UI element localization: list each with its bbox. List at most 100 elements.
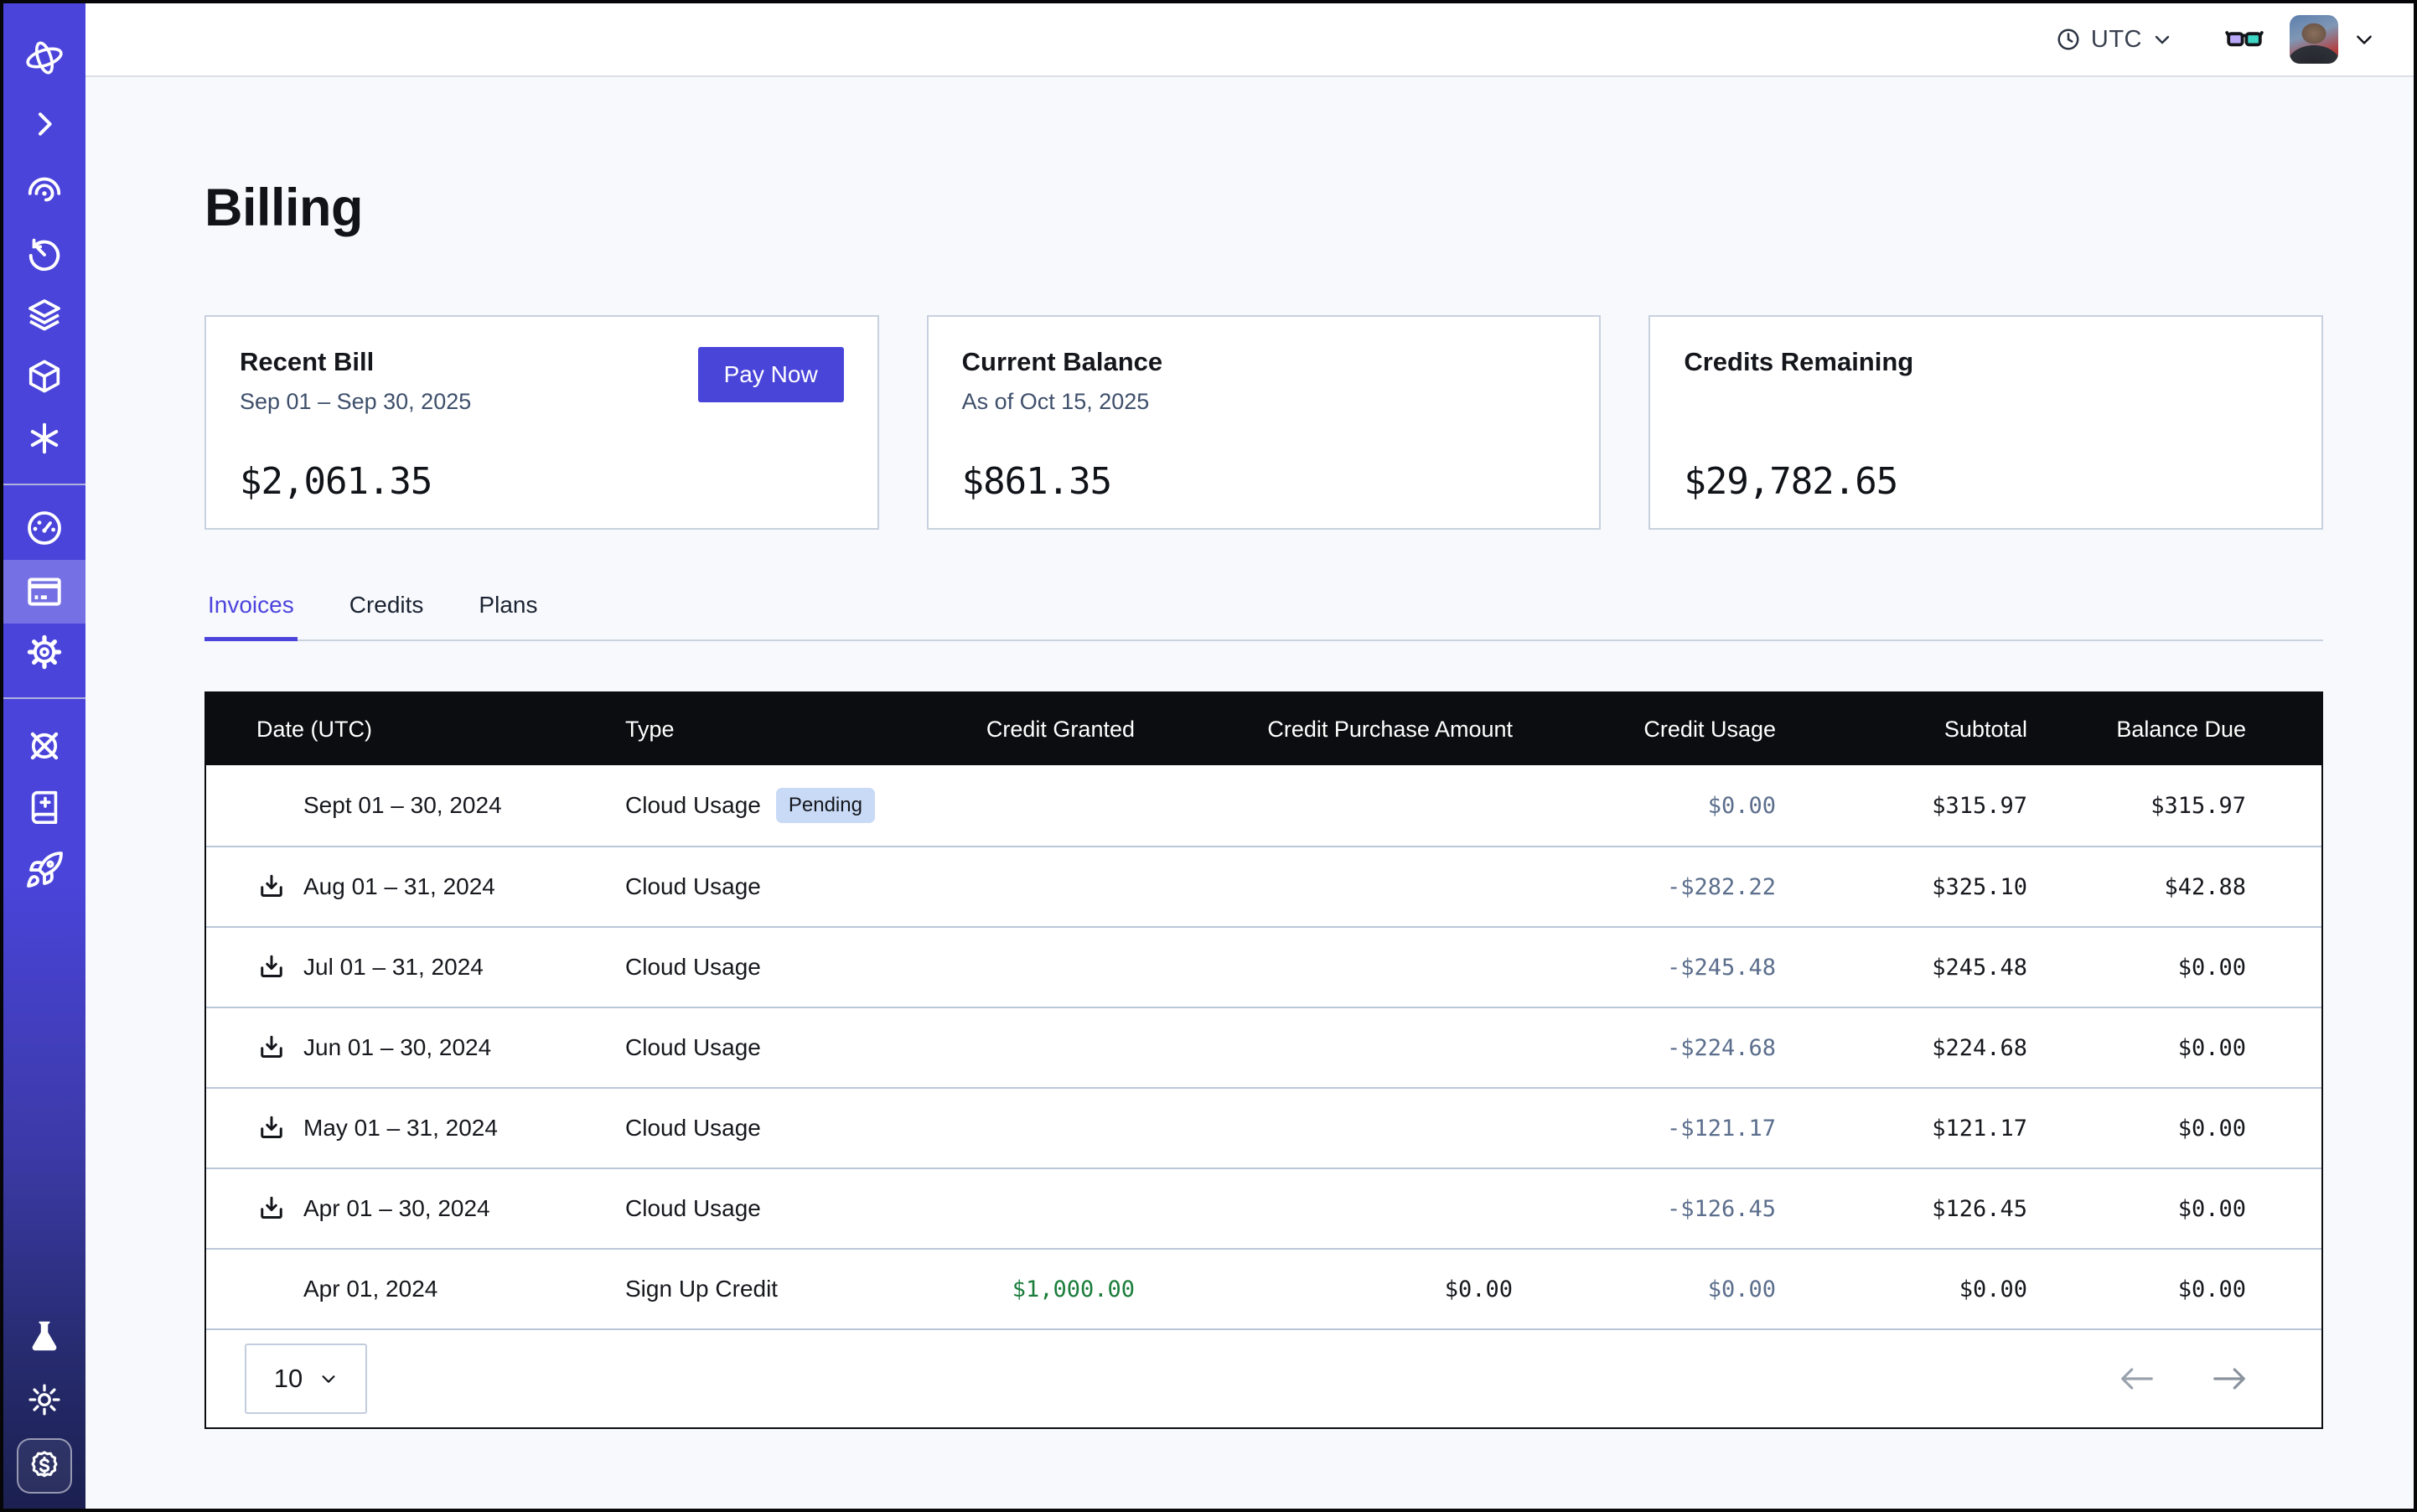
logo-orbit-icon[interactable]	[3, 35, 85, 80]
invoice-date: Jul 01 – 31, 2024	[303, 954, 484, 981]
subtotal-value: $121.17	[1776, 1116, 2027, 1142]
recent-bill-card: Recent Bill Sep 01 – Sep 30, 2025 Pay No…	[204, 315, 879, 530]
download-invoice-icon[interactable]	[256, 1113, 287, 1143]
main-content: Billing Recent Bill Sep 01 – Sep 30, 202…	[85, 79, 2414, 1509]
credit-usage-value: -$126.45	[1513, 1196, 1776, 1222]
balance-due-value: $42.88	[2027, 874, 2246, 900]
chevron-down-icon	[2152, 29, 2172, 49]
chevron-down-icon	[319, 1370, 338, 1388]
balance-due-value: $0.00	[2027, 1035, 2246, 1061]
credit-purchase-value: $0.00	[1135, 1276, 1513, 1302]
invoice-type: Cloud Usage	[625, 954, 761, 981]
credit-usage-value: -$121.17	[1513, 1116, 1776, 1142]
table-header: Date (UTC)TypeCredit GrantedCredit Purch…	[206, 693, 2321, 765]
flask-icon[interactable]	[3, 1318, 85, 1356]
download-invoice-icon[interactable]	[256, 872, 287, 902]
tab-plans[interactable]: Plans	[475, 592, 541, 641]
invoice-type-cell: Cloud Usage	[625, 954, 960, 981]
table-footer: 10	[206, 1328, 2321, 1427]
credit-usage-value: -$282.22	[1513, 874, 1776, 900]
page-size-value: 10	[274, 1364, 303, 1394]
topbar: UTC	[85, 3, 2414, 77]
chevron-down-icon	[2353, 28, 2375, 50]
rocket-icon[interactable]	[3, 850, 85, 890]
download-invoice-icon[interactable]	[256, 1194, 287, 1224]
prev-page-button[interactable]	[2119, 1365, 2156, 1392]
recent-bill-period: Sep 01 – Sep 30, 2025	[240, 389, 471, 415]
invoice-type: Sign Up Credit	[625, 1276, 778, 1302]
invoice-date: Apr 01 – 30, 2024	[303, 1195, 490, 1222]
download-invoice-icon[interactable]	[256, 952, 287, 982]
billing-tabs: Invoices Credits Plans	[204, 592, 2323, 641]
layers-icon[interactable]	[3, 295, 85, 335]
recent-bill-amount: $2,061.35	[240, 460, 844, 503]
observe-eye-icon[interactable]	[3, 171, 85, 210]
cube-icon[interactable]	[3, 357, 85, 396]
download-invoice-icon[interactable]	[256, 1033, 287, 1063]
invoice-type: Cloud Usage	[625, 1034, 761, 1061]
sidebar-divider	[3, 697, 85, 699]
timer-icon[interactable]	[3, 235, 85, 273]
summary-cards: Recent Bill Sep 01 – Sep 30, 2025 Pay No…	[204, 315, 2323, 530]
column-header: Type	[625, 717, 960, 743]
invoices-table: Date (UTC)TypeCredit GrantedCredit Purch…	[204, 691, 2323, 1429]
invoice-date-cell: Sept 01 – 30, 2024	[206, 790, 625, 821]
balance-due-value: $0.00	[2027, 1276, 2246, 1302]
status-badge: Pending	[776, 788, 875, 823]
pay-now-button[interactable]: Pay Now	[698, 347, 844, 402]
glasses-button[interactable]	[2224, 19, 2264, 60]
subtotal-value: $224.68	[1776, 1035, 2027, 1061]
invoice-date: Jun 01 – 30, 2024	[303, 1034, 491, 1061]
sidebar-item-billing[interactable]	[3, 560, 85, 624]
invoice-date: May 01 – 31, 2024	[303, 1115, 498, 1142]
asterisk-icon[interactable]	[3, 419, 85, 458]
account-menu-button[interactable]	[2353, 28, 2375, 50]
avatar[interactable]	[2290, 15, 2338, 64]
billing-card-icon	[23, 571, 65, 613]
sun-icon[interactable]	[3, 1381, 85, 1418]
tab-invoices[interactable]: Invoices	[204, 592, 298, 641]
invoice-date-cell: May 01 – 31, 2024	[206, 1113, 625, 1143]
invoice-type: Cloud Usage	[625, 1115, 761, 1142]
credits-remaining-title: Credits Remaining	[1684, 347, 1913, 377]
gauge-icon[interactable]	[3, 508, 85, 548]
timezone-selector[interactable]: UTC	[2056, 26, 2172, 54]
credits-remaining-amount: $29,782.65	[1684, 460, 2288, 503]
credit-granted-value: $1,000.00	[960, 1276, 1135, 1302]
current-balance-card: Current Balance As of Oct 15, 2025 $861.…	[927, 315, 1602, 530]
book-sparkle-icon[interactable]	[3, 788, 85, 826]
credit-usage-value: $0.00	[1513, 793, 1776, 819]
invoice-date: Apr 01, 2024	[303, 1276, 437, 1302]
balance-due-value: $0.00	[2027, 1196, 2246, 1222]
invoice-date-cell: Aug 01 – 31, 2024	[206, 872, 625, 902]
page-title: Billing	[204, 178, 2323, 238]
invoice-type-cell: Cloud Usage	[625, 1195, 960, 1222]
column-header: Date (UTC)	[206, 717, 625, 743]
subtotal-value: $325.10	[1776, 874, 2027, 900]
subtotal-value: $315.97	[1776, 793, 2027, 819]
next-page-button[interactable]	[2211, 1365, 2248, 1392]
invoice-type-cell: Cloud Usage	[625, 1115, 960, 1142]
dollar-badge-button[interactable]	[17, 1438, 72, 1494]
page-size-select[interactable]: 10	[245, 1344, 367, 1414]
invoice-type-cell: Cloud Usage Pending	[625, 788, 960, 823]
column-header: Balance Due	[2027, 717, 2246, 743]
invoice-type-cell: Sign Up Credit	[625, 1276, 960, 1302]
table-row: Jun 01 – 30, 2024Cloud Usage-$224.68$224…	[206, 1007, 2321, 1087]
download-spacer	[256, 1274, 287, 1304]
invoice-type: Cloud Usage	[625, 792, 761, 819]
column-header: Subtotal	[1776, 717, 2027, 743]
table-row: Sept 01 – 30, 2024Cloud Usage Pending $0.0…	[206, 765, 2321, 846]
sidebar-divider	[3, 484, 85, 485]
helm-wheel-icon[interactable]	[3, 726, 85, 766]
balance-due-value: $0.00	[2027, 1116, 2246, 1142]
chevron-right-icon[interactable]	[3, 107, 85, 141]
invoice-date-cell: Apr 01 – 30, 2024	[206, 1194, 625, 1224]
current-balance-amount: $861.35	[962, 460, 1566, 503]
tab-credits[interactable]: Credits	[346, 592, 427, 641]
arrow-right-icon	[2211, 1365, 2248, 1392]
credit-usage-value: -$245.48	[1513, 955, 1776, 981]
table-row: Apr 01 – 30, 2024Cloud Usage-$126.45$126…	[206, 1168, 2321, 1248]
gear-icon[interactable]	[3, 632, 85, 672]
balance-due-value: $315.97	[2027, 793, 2246, 819]
